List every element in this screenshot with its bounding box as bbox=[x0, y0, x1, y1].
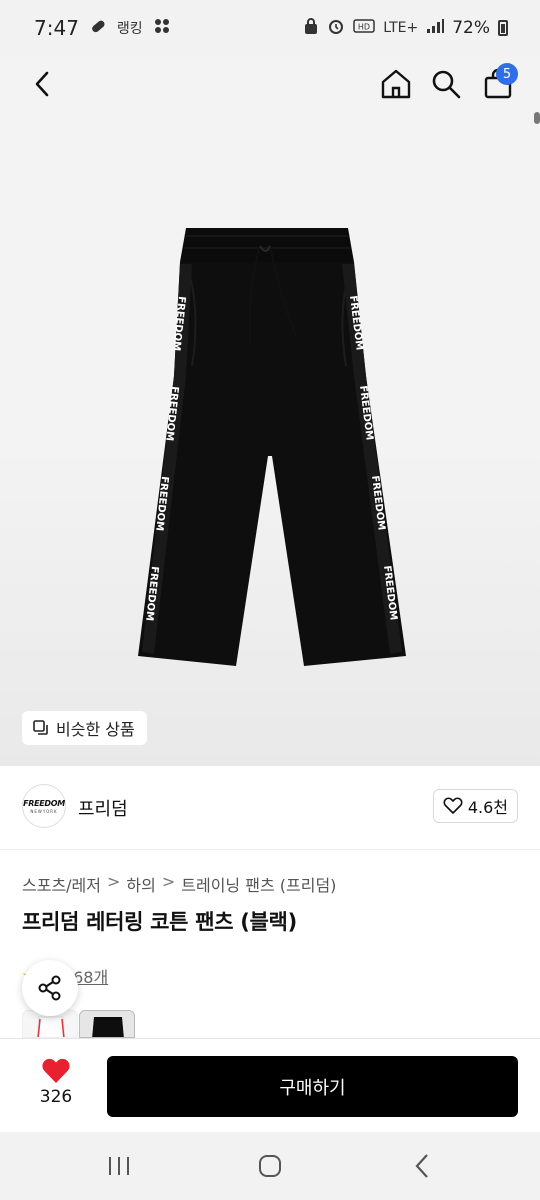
brand-like-button[interactable]: 4.6천 bbox=[432, 789, 518, 823]
brand-like-count: 4.6천 bbox=[467, 798, 508, 817]
search-button[interactable] bbox=[426, 64, 466, 104]
heart-outline-icon bbox=[443, 797, 463, 814]
product-title: 프리덤 레터링 코튼 팬츠 (블랙) bbox=[22, 910, 297, 934]
battery-icon bbox=[498, 20, 508, 36]
breadcrumb-item[interactable]: 스포츠/레저 bbox=[22, 872, 101, 896]
buy-button[interactable]: 구매하기 bbox=[107, 1056, 518, 1117]
breadcrumb-separator: > bbox=[107, 872, 121, 891]
scroll-indicator bbox=[534, 112, 540, 124]
signal-icon bbox=[426, 18, 445, 38]
share-button[interactable] bbox=[22, 960, 78, 1016]
heart-filled-icon bbox=[42, 1058, 70, 1083]
back-button[interactable] bbox=[24, 66, 60, 102]
brand-row: FREEDOM NEWYORK 프리덤 4.6천 bbox=[0, 766, 540, 850]
home-button[interactable] bbox=[376, 64, 416, 104]
product-photo: FREEDOM FREEDOM FREEDOM FREEDOM FREEDOM … bbox=[138, 228, 406, 666]
hd-voice-icon: HD bbox=[353, 18, 375, 38]
brand-logo[interactable]: FREEDOM NEWYORK bbox=[22, 784, 66, 828]
brand-logo-sub: NEWYORK bbox=[30, 808, 58, 814]
breadcrumb-separator: > bbox=[161, 872, 176, 891]
status-bar: 7:47 랭킹 HD LTE+ 72% bbox=[0, 0, 540, 56]
app-header bbox=[0, 56, 540, 112]
breadcrumb-item[interactable]: 트레이닝 팬츠 (프리덤) bbox=[181, 872, 336, 896]
apps-icon bbox=[153, 17, 171, 39]
svg-text:HD: HD bbox=[358, 23, 370, 32]
color-option-black[interactable] bbox=[79, 1010, 135, 1038]
wishlist-count: 326 bbox=[39, 1087, 73, 1107]
pill-icon bbox=[89, 17, 107, 39]
cart-count-badge: 5 bbox=[496, 63, 518, 85]
purchase-bar: 326 구매하기 bbox=[0, 1038, 540, 1132]
share-icon bbox=[38, 975, 61, 1001]
status-time: 7:47 bbox=[34, 16, 79, 40]
copy-icon bbox=[33, 720, 48, 735]
wishlist-button[interactable]: 326 bbox=[24, 1057, 88, 1117]
chevron-left-icon bbox=[35, 71, 49, 97]
recent-apps-button[interactable] bbox=[97, 1150, 141, 1182]
back-nav-button[interactable] bbox=[400, 1150, 444, 1182]
home-nav-icon bbox=[259, 1155, 281, 1177]
back-nav-icon bbox=[415, 1154, 428, 1178]
search-icon bbox=[432, 70, 461, 99]
alarm-icon bbox=[327, 17, 345, 39]
breadcrumb-item[interactable]: 하의 bbox=[126, 872, 155, 896]
similar-products-label: 비슷한 상품 bbox=[56, 720, 135, 739]
home-nav-button[interactable] bbox=[248, 1150, 292, 1182]
lock-notification-icon bbox=[303, 17, 319, 39]
network-type: LTE+ bbox=[383, 20, 419, 36]
breadcrumb: 스포츠/레저 > 하의 > 트레이닝 팬츠 (프리덤) bbox=[22, 872, 336, 896]
brand-logo-text: FREEDOM bbox=[23, 798, 65, 808]
recent-apps-icon bbox=[109, 1157, 129, 1175]
similar-products-button[interactable]: 비슷한 상품 bbox=[22, 711, 147, 745]
status-app-label: 랭킹 bbox=[116, 21, 143, 37]
battery-percent: 72% bbox=[452, 18, 490, 38]
brand-name[interactable]: 프리덤 bbox=[78, 795, 128, 821]
system-navigation-bar bbox=[0, 1132, 540, 1200]
home-icon bbox=[381, 69, 411, 99]
